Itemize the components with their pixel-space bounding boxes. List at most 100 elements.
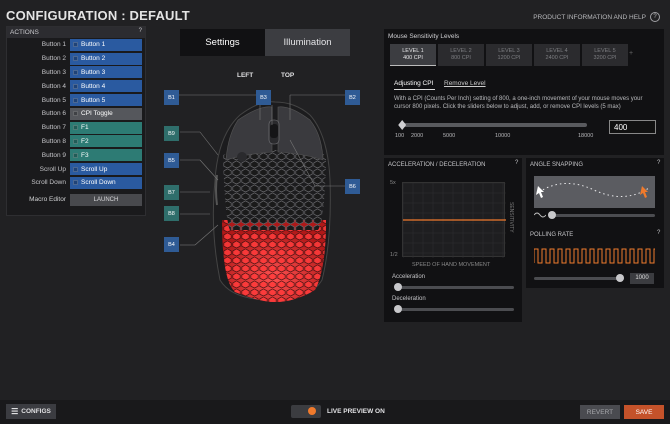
- action-label: Scroll Down: [31, 179, 66, 187]
- help-icon[interactable]: ?: [657, 160, 660, 166]
- polling-rate-value[interactable]: 1000: [630, 273, 654, 284]
- angle-snapping-slider-knob[interactable]: [548, 211, 556, 219]
- binding-icon: [73, 69, 78, 75]
- accel-x-label: SPEED OF HAND MOVEMENT: [412, 262, 491, 268]
- action-binding[interactable]: Button 1: [70, 38, 142, 51]
- deceleration-slider[interactable]: [396, 308, 514, 311]
- action-rows: Button 1 Button 1 Button 2 Button 2 Button 3…: [7, 38, 145, 190]
- action-binding[interactable]: F2: [70, 135, 142, 148]
- configs-label: CONFIGS: [21, 408, 51, 415]
- actions-panel: ACTIONS ? Button 1 Button 1 Button 2 Button…: [6, 26, 146, 216]
- cpi-slider-thumb[interactable]: [398, 120, 407, 130]
- cursor-icon: [536, 186, 544, 198]
- tab-settings[interactable]: Settings: [180, 29, 265, 56]
- binding-icon: [73, 42, 78, 48]
- acceleration-slider[interactable]: [396, 286, 514, 289]
- help-icon[interactable]: ?: [139, 28, 142, 34]
- help-icon[interactable]: ?: [515, 160, 518, 166]
- action-binding[interactable]: Scroll Up: [70, 163, 142, 176]
- action-binding-label: Button 1: [81, 41, 106, 49]
- action-row: Button 7 F1: [7, 121, 145, 135]
- action-binding[interactable]: F3: [70, 149, 142, 162]
- acceleration-label: Acceleration: [392, 274, 426, 280]
- actions-title: ACTIONS: [10, 29, 39, 36]
- polling-rate-slider-knob[interactable]: [616, 274, 624, 282]
- binding-icon: [73, 138, 78, 144]
- mouse-button-b2[interactable]: B2: [345, 90, 360, 105]
- mouse-button-b9[interactable]: B9: [164, 126, 179, 141]
- cpi-tick: 2000: [411, 133, 424, 139]
- launch-button[interactable]: LAUNCH: [70, 193, 142, 206]
- cpi-level-value: 2400 CPI: [545, 55, 569, 61]
- action-binding[interactable]: Button 3: [70, 66, 142, 79]
- cpi-tick: 10000: [495, 133, 511, 139]
- mouse-button-b1[interactable]: B1: [164, 90, 179, 105]
- live-preview-toggle[interactable]: [291, 405, 321, 418]
- cpi-slider[interactable]: [399, 123, 587, 127]
- mouse-button-b4[interactable]: B4: [164, 237, 179, 252]
- save-button[interactable]: SAVE: [624, 405, 664, 419]
- actions-header: ACTIONS ?: [7, 27, 145, 38]
- mouse-button-b5[interactable]: B5: [164, 153, 179, 168]
- macro-editor-row: Macro Editor LAUNCH: [7, 193, 145, 206]
- cursor-icon: [640, 186, 648, 198]
- binding-icon: [73, 180, 78, 186]
- cpi-level-2[interactable]: LEVEL 2 800 CPI: [438, 44, 484, 66]
- action-binding-label: Scroll Up: [81, 165, 108, 173]
- tab-illumination[interactable]: Illumination: [265, 29, 350, 56]
- mouse-button-b7[interactable]: B7: [164, 185, 179, 200]
- sensitivity-axis-label: SENSITIVITY: [508, 202, 514, 233]
- angle-snapping-panel: ANGLE SNAPPING ?: [526, 158, 664, 230]
- mouse-button-b6[interactable]: B6: [345, 179, 360, 194]
- list-icon: ☰: [11, 407, 19, 416]
- mouse-button-b3[interactable]: B3: [256, 90, 271, 105]
- subtab-remove-level[interactable]: Remove Level: [444, 80, 486, 87]
- action-binding[interactable]: CPI Toggle: [70, 107, 142, 120]
- action-binding[interactable]: Button 4: [70, 80, 142, 93]
- action-binding-label: Button 5: [81, 96, 106, 104]
- angle-snapping-illustration: [534, 176, 655, 208]
- angle-title: ANGLE SNAPPING: [530, 162, 584, 168]
- polling-rate-slider[interactable]: [534, 277, 624, 280]
- cpi-value-input[interactable]: [609, 120, 656, 134]
- configs-button[interactable]: ☰ CONFIGS: [6, 404, 56, 419]
- cpi-level-4[interactable]: LEVEL 4 2400 CPI: [534, 44, 580, 66]
- action-binding[interactable]: Button 2: [70, 52, 142, 65]
- sensitivity-panel: Mouse Sensitivity Levels LEVEL 1 400 CPI L…: [384, 29, 664, 155]
- add-level-icon[interactable]: +: [629, 50, 633, 57]
- deceleration-slider-knob[interactable]: [394, 305, 402, 313]
- acceleration-slider-knob[interactable]: [394, 283, 402, 291]
- help-icon[interactable]: ?: [657, 230, 660, 236]
- polling-wave: [534, 248, 655, 264]
- acceleration-graph[interactable]: [402, 182, 506, 258]
- action-row: Button 8 F2: [7, 135, 145, 149]
- mouse-button-b8[interactable]: B8: [164, 206, 179, 221]
- action-row: Scroll Down Scroll Down: [7, 176, 145, 190]
- revert-button[interactable]: REVERT: [580, 405, 620, 419]
- action-row: Button 5 Button 5: [7, 93, 145, 107]
- action-label: Button 1: [41, 41, 66, 49]
- action-binding[interactable]: Scroll Down: [70, 176, 142, 189]
- cpi-level-1[interactable]: LEVEL 1 400 CPI: [390, 44, 436, 66]
- action-binding[interactable]: Button 5: [70, 94, 142, 107]
- accel-y-top: 5x: [390, 180, 396, 186]
- action-binding[interactable]: F1: [70, 121, 142, 134]
- cpi-level-5[interactable]: LEVEL 5 3200 CPI: [582, 44, 628, 66]
- accel-title: ACCELERATION / DECELERATION: [388, 162, 486, 168]
- product-info-link[interactable]: PRODUCT INFORMATION AND HELP ?: [533, 12, 660, 22]
- cpi-level-3[interactable]: LEVEL 3 1200 CPI: [486, 44, 532, 66]
- polling-rate-panel: POLLING RATE ? 1000: [526, 228, 664, 288]
- help-circle-icon: ?: [650, 12, 660, 22]
- cpi-tick: 5000: [443, 133, 456, 139]
- cpi-tick: 100: [395, 133, 405, 139]
- angle-snapping-slider[interactable]: [550, 214, 655, 217]
- binding-icon: [73, 83, 78, 89]
- binding-icon: [73, 125, 78, 131]
- page-title: CONFIGURATION : DEFAULT: [6, 8, 190, 23]
- action-label: Button 6: [41, 110, 66, 118]
- macro-editor-label: Macro Editor: [29, 196, 66, 204]
- cpi-level-name: LEVEL 5: [594, 48, 616, 54]
- subtab-adjusting-cpi[interactable]: Adjusting CPI: [394, 80, 433, 87]
- cpi-level-name: LEVEL 1: [402, 48, 424, 54]
- wave-icon: [534, 212, 546, 218]
